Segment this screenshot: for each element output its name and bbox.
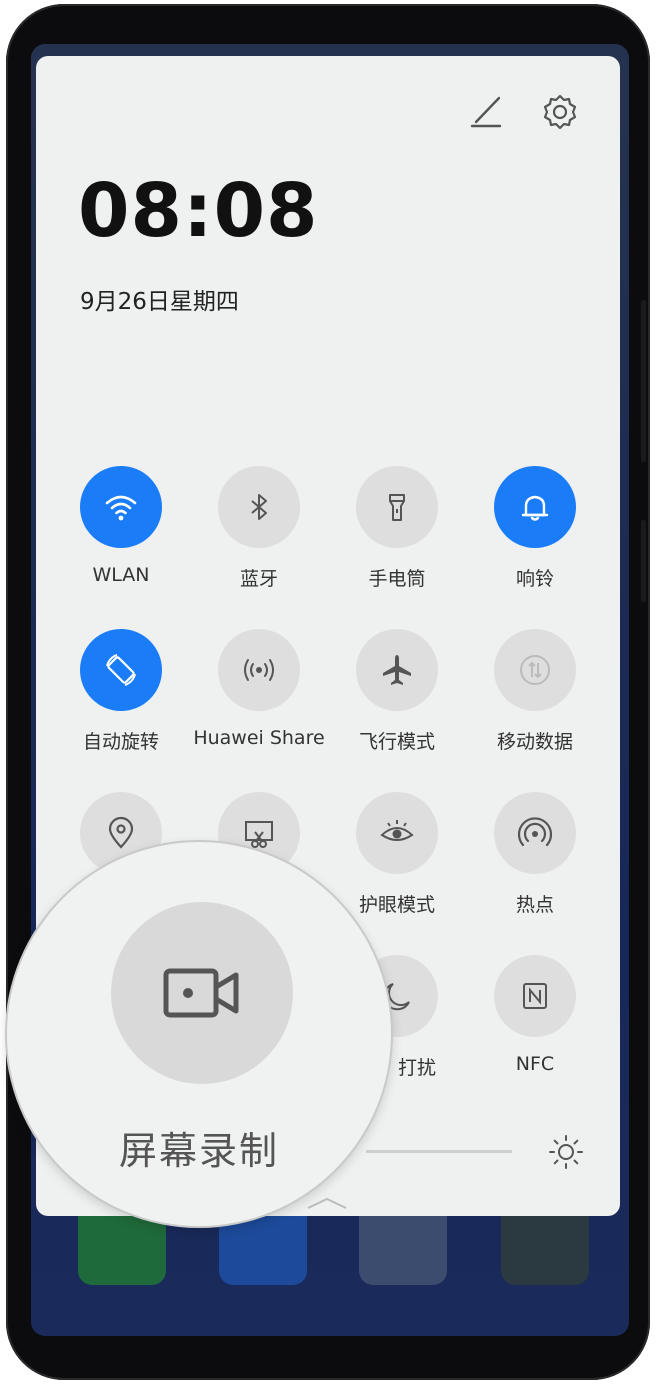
- edit-icon[interactable]: [466, 92, 506, 132]
- tile-label: 蓝牙: [239, 568, 278, 590]
- brightness-icon[interactable]: [546, 1132, 586, 1172]
- auto-rotate-icon: [80, 629, 162, 711]
- nfc-icon: [494, 955, 576, 1037]
- tile-label: Huawei Share: [193, 727, 325, 749]
- screen-record-button[interactable]: [111, 902, 293, 1084]
- tile-huawei-share[interactable]: Huawei Share: [189, 629, 329, 749]
- tile-label: 移动数据: [496, 731, 573, 753]
- bell-icon: [494, 466, 576, 548]
- flashlight-icon: [356, 466, 438, 548]
- tile-bluetooth[interactable]: 蓝牙: [189, 466, 329, 591]
- tile-label: 飞行模式: [358, 731, 435, 753]
- eye-icon: [356, 792, 438, 874]
- tile-label: 响铃: [515, 568, 554, 590]
- tile-auto-rotate[interactable]: 自动旋转: [51, 629, 191, 754]
- tile-ring[interactable]: 响铃: [465, 466, 605, 591]
- tile-hotspot[interactable]: 热点: [465, 792, 605, 917]
- settings-icon[interactable]: [540, 92, 580, 132]
- tile-label: 热点: [515, 894, 554, 916]
- power-button: [641, 520, 646, 602]
- airplane-icon: [356, 629, 438, 711]
- tile-flashlight[interactable]: 手电筒: [327, 466, 467, 591]
- volume-button: [641, 300, 646, 462]
- hotspot-icon: [494, 792, 576, 874]
- tile-airplane[interactable]: 飞行模式: [327, 629, 467, 754]
- tile-mobile-data[interactable]: 移动数据: [465, 629, 605, 754]
- wifi-icon: [80, 466, 162, 548]
- huawei-share-icon: [218, 629, 300, 711]
- tile-label: 自动旋转: [82, 731, 159, 753]
- magnifier-callout: 屏幕录制: [7, 842, 391, 1226]
- tile-label: NFC: [515, 1053, 555, 1075]
- tile-eye-comfort[interactable]: 护眼模式: [327, 792, 467, 917]
- bluetooth-icon: [218, 466, 300, 548]
- screen-record-icon: [163, 968, 239, 1018]
- chevron-up-icon[interactable]: [306, 1196, 348, 1210]
- tile-label: 手电筒: [368, 568, 426, 590]
- clock-date: 9月26日星期四: [80, 289, 239, 315]
- tile-nfc[interactable]: NFC: [465, 955, 605, 1075]
- clock-time: 08:08: [78, 168, 319, 254]
- screen-record-label: 屏幕录制: [118, 1129, 279, 1173]
- mobile-data-icon: [494, 629, 576, 711]
- tile-label: WLAN: [92, 564, 150, 586]
- tile-wlan[interactable]: WLAN: [51, 466, 191, 586]
